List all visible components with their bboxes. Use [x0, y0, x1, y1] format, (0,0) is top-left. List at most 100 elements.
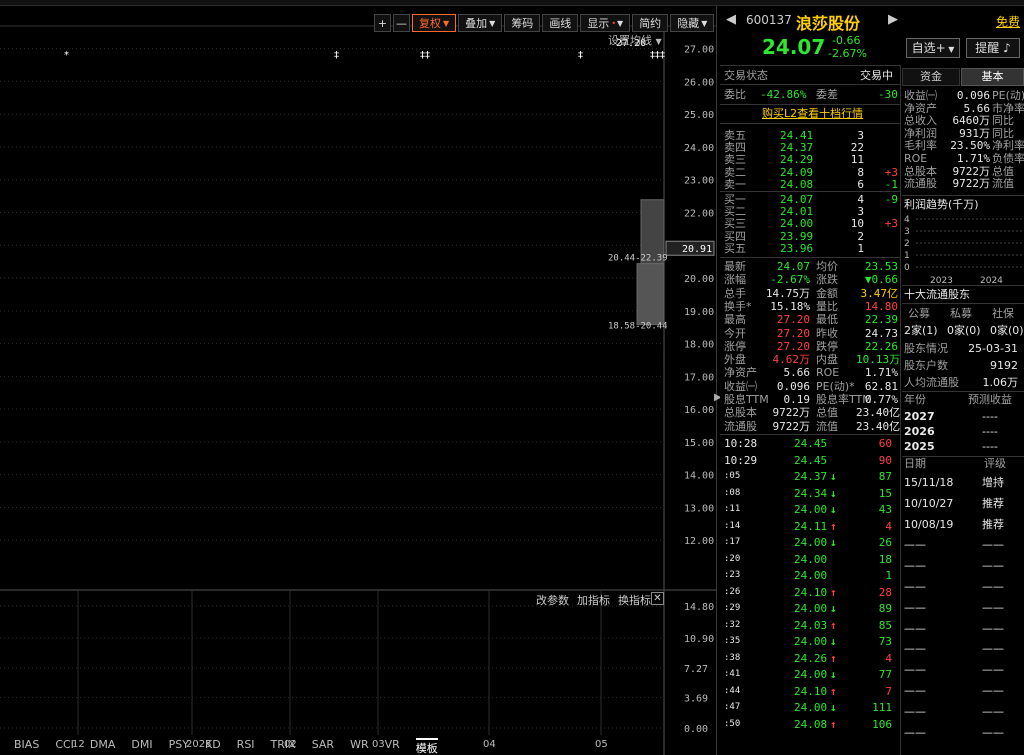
- arrow-up-icon: ↑: [830, 519, 837, 533]
- kline-chart[interactable]: 27.0026.0025.0024.0023.0022.0021.0020.00…: [0, 6, 716, 755]
- tab-rsi[interactable]: RSI: [237, 738, 255, 755]
- overlay-button[interactable]: 叠加 ▼: [458, 14, 503, 32]
- bid-price[interactable]: 23.96: [780, 242, 813, 255]
- ask-price[interactable]: 24.37: [780, 141, 813, 154]
- event-marker[interactable]: ‡: [334, 50, 339, 61]
- tab-dmi[interactable]: DMI: [131, 738, 152, 755]
- display-button[interactable]: 显示 • ▼: [580, 14, 631, 32]
- quote-label: 最新: [724, 260, 746, 273]
- quote-label: 净资产: [724, 366, 757, 380]
- fund-value: 0.096: [956, 89, 990, 102]
- arrow-down-icon: ↓: [830, 503, 837, 516]
- tab-psy[interactable]: PSY: [169, 738, 189, 755]
- arrow-down-icon: ↓: [830, 486, 837, 500]
- next-stock-icon[interactable]: ▶: [888, 12, 898, 27]
- ask-price[interactable]: 24.29: [780, 153, 813, 166]
- fund-value: 23.50%: [950, 139, 990, 153]
- tick-price: 24.00: [794, 536, 828, 549]
- rating-grade: ——: [982, 580, 1004, 593]
- chips-button[interactable]: 筹码: [504, 14, 541, 32]
- tab-cci[interactable]: CCI: [55, 738, 74, 755]
- quote-value: 24.73: [864, 326, 898, 340]
- quote-value: 22.26: [864, 339, 898, 353]
- rating-grade: 推荐: [982, 496, 1004, 510]
- event-marker[interactable]: ‡‡‡: [650, 50, 665, 61]
- bid-price[interactable]: 24.00: [780, 217, 813, 230]
- quote-label: 均价: [816, 260, 838, 273]
- event-marker[interactable]: *: [64, 50, 69, 61]
- bid-change: -9: [884, 193, 898, 206]
- free-link[interactable]: 免费: [996, 13, 1020, 30]
- ask-change: [874, 129, 898, 142]
- ask-volume: 22: [850, 141, 864, 155]
- l2-link[interactable]: 购买L2查看十档行情: [762, 107, 863, 120]
- holders-title: 十大流通股东: [904, 288, 970, 301]
- adjust-button[interactable]: 复权 ▼: [412, 14, 457, 32]
- ma-settings[interactable]: 设置均线 ▼: [608, 32, 662, 48]
- ask-change: [874, 153, 898, 166]
- tick-volume: 4: [885, 651, 892, 665]
- tab-sar[interactable]: SAR: [312, 738, 334, 755]
- event-marker[interactable]: ‡‡: [420, 50, 430, 61]
- ask-volume: 8: [857, 165, 864, 179]
- arrow-up-icon: ↑: [830, 717, 837, 731]
- tab-fund[interactable]: 资金: [902, 68, 960, 86]
- tab-wr[interactable]: WR: [350, 738, 369, 755]
- tab-vr[interactable]: VR: [385, 738, 400, 755]
- rating-date: ——: [904, 663, 926, 677]
- holder-label: 人均流通股: [904, 376, 959, 389]
- bid-price[interactable]: 24.07: [780, 193, 813, 206]
- add-indicator-button[interactable]: 加指标: [577, 592, 610, 608]
- tick-price: 24.10: [794, 585, 828, 599]
- splitter[interactable]: [716, 6, 717, 755]
- event-marker[interactable]: ‡: [578, 50, 583, 61]
- hide-button[interactable]: 隐藏 ▼: [670, 14, 715, 32]
- watchlist-button[interactable]: 自选+ ▼: [906, 38, 960, 58]
- tab-trix[interactable]: TRIX: [271, 738, 296, 755]
- zoom-in-button[interactable]: +: [374, 14, 391, 32]
- quote-value: 5.66: [783, 366, 811, 380]
- tab-dma[interactable]: DMA: [90, 738, 116, 755]
- tab-basic[interactable]: 基本: [961, 68, 1024, 86]
- ask-label: 卖一: [724, 177, 746, 191]
- bid-price[interactable]: 23.99: [780, 230, 813, 243]
- zoom-out-button[interactable]: —: [393, 14, 410, 32]
- alert-button[interactable]: 提醒 ♪: [966, 38, 1020, 58]
- price-change: -0.66: [832, 34, 861, 47]
- simple-button[interactable]: 简约: [632, 14, 669, 32]
- tab-kd[interactable]: KD: [205, 738, 221, 755]
- stock-name: 浪莎股份: [796, 14, 861, 33]
- tick-time: :05: [724, 471, 741, 481]
- tick-volume: 4: [885, 519, 892, 533]
- ask-price[interactable]: 24.09: [780, 166, 813, 179]
- ask-price[interactable]: 24.41: [780, 129, 813, 142]
- kline-chart-area[interactable]: 27.0026.0025.0024.0023.0022.0021.0020.00…: [0, 6, 716, 755]
- prev-stock-icon[interactable]: ◀: [726, 12, 736, 27]
- close-icon[interactable]: ✕: [651, 592, 664, 605]
- bid-price[interactable]: 24.01: [780, 205, 813, 218]
- quote-value: 0.77%: [864, 393, 898, 406]
- holder-data: 25-03-31: [968, 342, 1018, 355]
- quote-value: 27.20: [776, 313, 810, 327]
- edit-params-button[interactable]: 改参数: [536, 592, 569, 608]
- tab-bias[interactable]: BIAS: [14, 738, 39, 755]
- tab-template[interactable]: 模板: [415, 738, 438, 755]
- quote-value: 27.20: [776, 326, 810, 340]
- overlay-label: 叠加: [465, 17, 488, 30]
- tick-price: 24.00: [794, 668, 828, 681]
- tick-time: :50: [724, 718, 741, 729]
- switch-indicator-button[interactable]: 换指标: [618, 592, 651, 608]
- rating-date: 10/10/27: [904, 496, 954, 510]
- rating-grade: ——: [982, 684, 1004, 697]
- tick-volume: 28: [878, 585, 892, 599]
- ask-volume: 6: [857, 177, 864, 191]
- tick-time: :44: [724, 685, 741, 696]
- draw-line-button[interactable]: 画线: [542, 14, 579, 32]
- y-tick-label: 16.00: [684, 405, 714, 416]
- volume-y-tick: 14.80: [684, 602, 714, 613]
- ask-price[interactable]: 24.08: [780, 178, 813, 191]
- quote-label: 涨跌: [816, 273, 838, 287]
- quote-label: 流值: [816, 419, 838, 433]
- chevron-down-icon: ▼: [443, 18, 450, 28]
- tick-price: 24.37: [794, 470, 828, 483]
